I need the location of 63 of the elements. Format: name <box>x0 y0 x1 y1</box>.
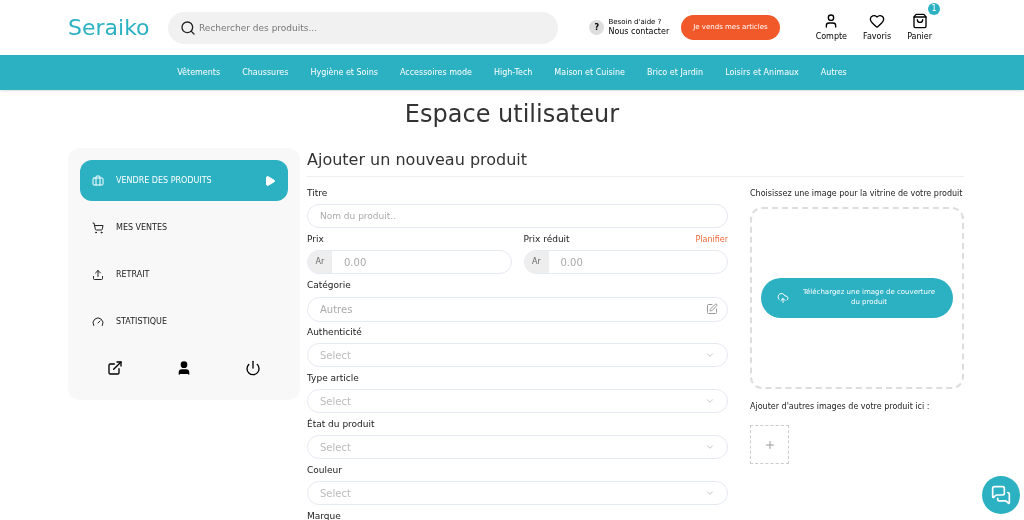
nav-link[interactable]: High-Tech <box>493 66 533 79</box>
add-image-tile[interactable] <box>750 425 789 464</box>
bag-icon <box>911 12 928 29</box>
text-field[interactable]: Nom du produit.. <box>307 204 728 228</box>
upload-icon <box>92 268 104 281</box>
currency-prefix: Ar <box>308 251 332 273</box>
chat-icon <box>991 485 1011 505</box>
field-label: Catégorie <box>307 281 352 290</box>
nav-link[interactable]: Chaussures <box>242 66 289 79</box>
more-images-label: Ajouter d'autres images de votre produit ici : <box>750 401 931 413</box>
field-label: Couleur <box>307 466 343 475</box>
nav-link[interactable]: Loisirs et Animaux <box>725 66 799 79</box>
select-field[interactable]: Select <box>307 435 728 459</box>
user-icon[interactable] <box>176 360 192 376</box>
header-action[interactable]: Panier <box>907 12 932 43</box>
play-icon <box>264 174 276 187</box>
edit-icon[interactable] <box>706 303 718 315</box>
form-title: Ajouter un nouveau produit <box>307 152 529 168</box>
field-label: Authenticité <box>307 328 363 337</box>
header-action[interactable]: Compte <box>815 12 848 43</box>
cloud-upload-icon <box>777 292 789 304</box>
briefcase-icon <box>92 174 104 187</box>
nav-link[interactable]: Autres <box>820 66 847 79</box>
nav-link[interactable]: Accessoires mode <box>399 66 472 79</box>
sidebar-item[interactable]: STATISTIQUE <box>80 301 288 342</box>
chat-button[interactable] <box>982 476 1020 514</box>
nav-link[interactable]: Brico et Jardin <box>646 66 704 79</box>
chevron-icon <box>705 488 715 498</box>
nav-link[interactable]: Vêtements <box>177 66 221 79</box>
field-label: Marque <box>307 512 342 520</box>
field-label: État du produit <box>307 420 376 429</box>
external-link-icon[interactable] <box>106 360 123 376</box>
field-label: Titre <box>307 189 329 198</box>
category-field[interactable]: Autres <box>307 297 728 322</box>
page-title: Espace utilisateur <box>403 99 621 130</box>
chevron-icon <box>705 350 715 360</box>
schedule-link[interactable]: Planifier <box>695 236 728 244</box>
search-field[interactable]: Rechercher des produits... <box>168 11 558 44</box>
chevron-icon <box>705 442 715 452</box>
nav-link[interactable]: Hygiène et Soins <box>310 66 378 79</box>
chevron-icon <box>705 396 715 406</box>
currency-prefix: Ar <box>524 251 549 273</box>
help-badge: ? <box>589 20 605 35</box>
field-label: Type article <box>307 374 360 383</box>
gauge-icon <box>92 315 104 328</box>
plus-icon <box>763 438 776 451</box>
cart-icon <box>92 221 104 234</box>
search-icon <box>180 19 196 36</box>
logo[interactable]: Seraiko <box>68 11 168 44</box>
cart-count-badge: 1 <box>928 2 940 15</box>
power-icon[interactable] <box>245 360 262 376</box>
price-input[interactable]: 0.00 <box>548 251 727 273</box>
sidebar-item[interactable]: VENDRE DES PRODUITS <box>80 160 288 201</box>
sidebar-item[interactable]: RETRAIT <box>80 254 288 295</box>
price-input[interactable]: 0.00 <box>332 251 511 273</box>
field-label: Prix <box>307 235 324 244</box>
field-label: Prix réduit <box>523 235 570 244</box>
header-action[interactable]: Favoris <box>863 12 892 43</box>
heart-icon <box>869 12 886 29</box>
sidebar-item[interactable]: MES VENTES <box>80 207 288 248</box>
nav-link[interactable]: Maison et Cuisine <box>554 66 625 79</box>
contact-link[interactable]: Nous contacter <box>608 26 670 37</box>
cover-image-label: Choisissez une image pour la vitrine de votre produit <box>750 189 964 199</box>
